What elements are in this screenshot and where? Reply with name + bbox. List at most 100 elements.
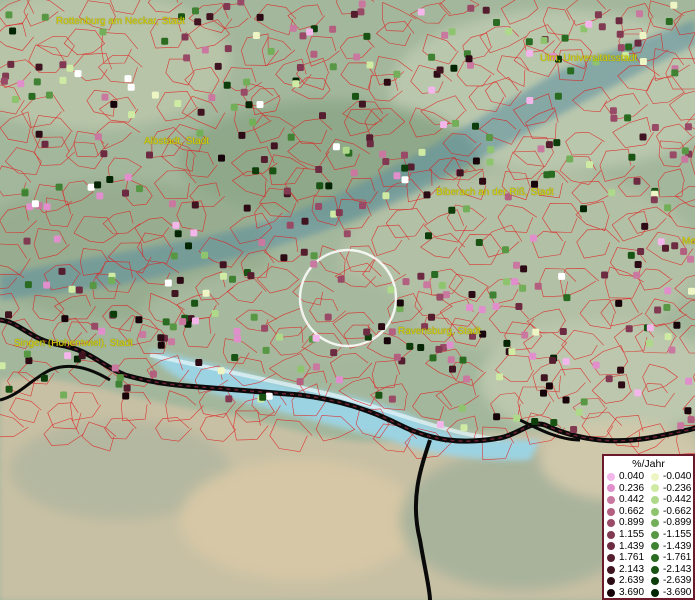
station-marker[interactable] xyxy=(503,278,510,286)
station-marker[interactable] xyxy=(343,230,351,238)
station-marker[interactable] xyxy=(324,313,332,321)
station-marker[interactable] xyxy=(60,391,68,399)
station-marker[interactable] xyxy=(486,134,493,141)
station-marker[interactable] xyxy=(487,146,495,154)
station-marker[interactable] xyxy=(161,37,169,45)
station-marker[interactable] xyxy=(496,373,504,381)
station-marker[interactable] xyxy=(553,139,561,147)
station-marker[interactable] xyxy=(673,321,681,329)
station-marker[interactable] xyxy=(472,157,480,165)
station-marker[interactable] xyxy=(219,261,227,269)
station-marker[interactable] xyxy=(423,191,431,199)
station-marker[interactable] xyxy=(668,346,676,354)
station-marker[interactable] xyxy=(225,395,233,403)
station-marker[interactable] xyxy=(58,267,66,275)
station-marker[interactable] xyxy=(513,414,521,422)
station-marker[interactable] xyxy=(563,294,571,302)
station-marker[interactable] xyxy=(452,119,459,127)
station-marker[interactable] xyxy=(475,239,483,246)
station-marker[interactable] xyxy=(170,252,178,260)
station-marker[interactable] xyxy=(363,328,371,336)
station-marker[interactable] xyxy=(492,303,500,310)
station-marker[interactable] xyxy=(122,392,130,400)
station-marker[interactable] xyxy=(249,118,257,126)
station-marker[interactable] xyxy=(5,311,12,319)
station-marker[interactable] xyxy=(511,278,519,286)
station-marker[interactable] xyxy=(192,7,199,15)
station-marker[interactable] xyxy=(61,315,69,323)
station-marker[interactable] xyxy=(513,261,520,269)
station-marker[interactable] xyxy=(247,272,255,280)
station-marker[interactable] xyxy=(688,287,695,295)
station-marker[interactable] xyxy=(250,313,258,321)
station-marker[interactable] xyxy=(74,70,82,78)
station-marker[interactable] xyxy=(108,277,116,284)
station-marker[interactable] xyxy=(265,392,273,400)
station-marker[interactable] xyxy=(357,8,365,16)
station-marker[interactable] xyxy=(526,49,534,57)
station-marker[interactable] xyxy=(379,150,387,158)
station-marker[interactable] xyxy=(243,204,251,212)
station-marker[interactable] xyxy=(382,158,390,165)
station-marker[interactable] xyxy=(562,358,570,365)
station-marker[interactable] xyxy=(101,93,109,101)
station-marker[interactable] xyxy=(463,375,471,383)
station-marker[interactable] xyxy=(428,86,436,94)
station-marker[interactable] xyxy=(670,1,678,9)
station-marker[interactable] xyxy=(146,151,153,159)
station-marker[interactable] xyxy=(685,377,693,385)
station-marker[interactable] xyxy=(319,112,326,120)
station-marker[interactable] xyxy=(201,46,209,54)
station-marker[interactable] xyxy=(262,346,270,354)
station-marker[interactable] xyxy=(559,328,567,335)
station-marker[interactable] xyxy=(124,173,132,181)
station-marker[interactable] xyxy=(116,374,124,382)
station-marker[interactable] xyxy=(217,367,225,375)
station-marker[interactable] xyxy=(350,169,358,177)
station-marker[interactable] xyxy=(211,310,219,317)
station-marker[interactable] xyxy=(594,11,602,19)
station-marker[interactable] xyxy=(59,61,67,69)
station-marker[interactable] xyxy=(406,342,414,350)
station-marker[interactable] xyxy=(545,141,553,149)
station-marker[interactable] xyxy=(43,281,51,289)
station-marker[interactable] xyxy=(110,100,118,108)
station-marker[interactable] xyxy=(174,100,182,107)
station-marker[interactable] xyxy=(238,131,246,139)
station-marker[interactable] xyxy=(237,0,245,6)
station-marker[interactable] xyxy=(456,169,464,177)
station-marker[interactable] xyxy=(448,28,456,36)
station-marker[interactable] xyxy=(296,64,304,71)
station-marker[interactable] xyxy=(234,335,241,343)
station-marker[interactable] xyxy=(169,323,177,331)
station-marker[interactable] xyxy=(625,325,633,333)
station-marker[interactable] xyxy=(359,202,366,210)
station-marker[interactable] xyxy=(23,350,31,358)
station-marker[interactable] xyxy=(654,306,662,314)
station-marker[interactable] xyxy=(417,8,425,16)
map-canvas[interactable] xyxy=(0,0,695,600)
station-marker[interactable] xyxy=(396,299,404,307)
station-marker[interactable] xyxy=(436,293,444,301)
station-marker[interactable] xyxy=(310,252,318,260)
station-marker[interactable] xyxy=(89,282,97,289)
station-marker[interactable] xyxy=(287,133,295,141)
station-marker[interactable] xyxy=(677,422,685,430)
station-marker[interactable] xyxy=(7,60,15,68)
station-marker[interactable] xyxy=(508,348,516,356)
station-marker[interactable] xyxy=(417,344,425,351)
station-marker[interactable] xyxy=(575,408,583,416)
station-marker[interactable] xyxy=(441,31,449,39)
station-marker[interactable] xyxy=(566,155,574,163)
station-marker[interactable] xyxy=(458,404,466,412)
station-marker[interactable] xyxy=(292,80,300,88)
station-marker[interactable] xyxy=(33,78,41,86)
station-marker[interactable] xyxy=(59,76,67,84)
station-marker[interactable] xyxy=(617,44,625,52)
station-marker[interactable] xyxy=(55,183,63,191)
station-marker[interactable] xyxy=(366,140,374,148)
station-marker[interactable] xyxy=(270,142,278,150)
station-marker[interactable] xyxy=(580,205,587,213)
station-marker[interactable] xyxy=(627,251,635,259)
station-marker[interactable] xyxy=(401,176,409,184)
